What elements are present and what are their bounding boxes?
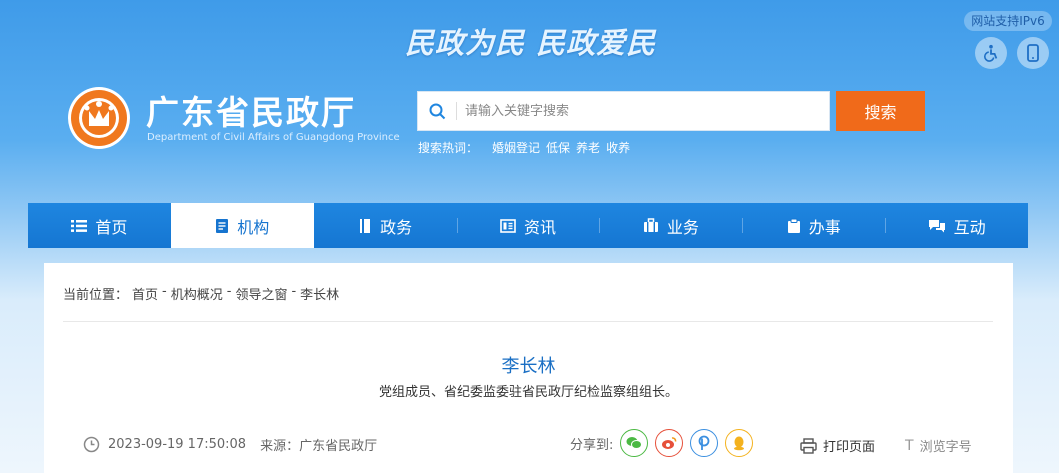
clipboard-icon (787, 218, 800, 233)
main-nav: 首页 机构 政务 资讯 业务 办事 互动 (28, 203, 1028, 248)
breadcrumb-current: 李长林 (300, 288, 340, 303)
search-input[interactable] (465, 92, 829, 130)
header-slogan: 民政为民 民政爱民 (405, 26, 657, 60)
nav-item-label: 首页 (95, 217, 128, 237)
wechat-icon (626, 437, 643, 449)
nav-item-organization[interactable]: 机构 (170, 203, 314, 248)
share-wechat-button[interactable] (620, 429, 649, 457)
qq-icon (734, 436, 745, 451)
article-title: 李长林 (501, 356, 556, 377)
breadcrumb-separator: - (291, 284, 297, 299)
search-icon (418, 103, 456, 120)
mobile-button[interactable] (1017, 37, 1049, 69)
content-divider (63, 321, 993, 322)
nav-item-business[interactable]: 业务 (599, 203, 742, 248)
nav-item-government[interactable]: 政务 (314, 203, 457, 248)
list-icon (71, 219, 88, 232)
pin-icon (698, 435, 710, 450)
printer-icon (800, 437, 817, 454)
nav-item-label: 业务 (666, 217, 699, 237)
document-icon (216, 218, 229, 233)
site-name[interactable]: 广东省民政厅 (146, 86, 356, 134)
nav-item-news[interactable]: 资讯 (456, 203, 600, 248)
share-weibo-button[interactable] (655, 429, 684, 457)
article-source: 来源：广东省民政厅 (260, 439, 378, 454)
share-bar: 分享到: (570, 429, 754, 457)
article-meta: 2023-09-19 17:50:08 来源：广东省民政厅 (83, 435, 377, 454)
site-name-en: Department of Civil Affairs of Guangdong… (147, 132, 400, 143)
book-icon (360, 218, 371, 233)
share-qq-button[interactable] (725, 429, 754, 457)
wheelchair-icon (983, 44, 998, 62)
clock-icon (83, 436, 100, 453)
weibo-icon (662, 437, 677, 449)
breadcrumb-prefix: 当前位置： (63, 288, 129, 303)
nav-item-home[interactable]: 首页 (28, 203, 171, 248)
ipv6-badge[interactable]: 网站支持IPv6 (964, 11, 1052, 31)
nav-item-label: 政务 (380, 217, 413, 237)
nav-item-interaction[interactable]: 互动 (885, 203, 1028, 248)
news-icon (500, 218, 516, 233)
chat-icon (928, 219, 945, 232)
mobile-icon (1027, 44, 1039, 62)
breadcrumb-link-leaders[interactable]: 领导之窗 (235, 284, 287, 303)
emblem-logo[interactable] (67, 86, 131, 150)
share-pin-button[interactable] (690, 429, 719, 457)
nav-item-label: 互动 (953, 217, 986, 237)
breadcrumb-link-home[interactable]: 首页 (132, 284, 158, 303)
briefcase-icon (643, 218, 658, 232)
breadcrumb-link-overview[interactable]: 机构概况 (171, 284, 223, 303)
nav-item-label: 办事 (808, 217, 841, 237)
breadcrumb-separator: - (162, 284, 167, 299)
search-button[interactable]: 搜索 (836, 91, 925, 131)
search-box (417, 91, 830, 131)
accessibility-button[interactable] (975, 37, 1007, 69)
print-label: 打印页面 (823, 440, 876, 455)
hot-word-link[interactable]: 收养 (606, 139, 630, 156)
font-size-icon: T (905, 437, 914, 454)
article-subtitle: 党组成员、省纪委监委驻省民政厅纪检监察组组长。 (378, 385, 678, 400)
share-label: 分享到: (570, 437, 614, 453)
breadcrumb: 当前位置： 首页 - 机构概况 - 领导之窗 - 李长林 (63, 284, 339, 303)
search-divider (456, 102, 457, 120)
hot-word-link[interactable]: 婚姻登记 (492, 139, 540, 156)
hot-words: 搜索热词： 婚姻登记 低保 养老 收养 (418, 139, 630, 156)
nav-item-label: 资讯 (524, 217, 557, 237)
article-datetime: 2023-09-19 17:50:08 (108, 437, 247, 452)
nav-item-services[interactable]: 办事 (742, 203, 885, 248)
hot-words-label: 搜索热词： (418, 141, 479, 155)
font-size-label: 浏览字号 (919, 440, 972, 455)
content-panel: 当前位置： 首页 - 机构概况 - 领导之窗 - 李长林 李长林 党组成员、省纪… (44, 263, 1013, 473)
print-button[interactable]: 打印页面 (800, 436, 875, 455)
hot-word-link[interactable]: 养老 (576, 139, 600, 156)
nav-item-label: 机构 (237, 217, 270, 237)
font-size-button[interactable]: T 浏览字号 (905, 436, 972, 456)
hot-word-link[interactable]: 低保 (546, 139, 570, 156)
breadcrumb-separator: - (226, 284, 232, 299)
